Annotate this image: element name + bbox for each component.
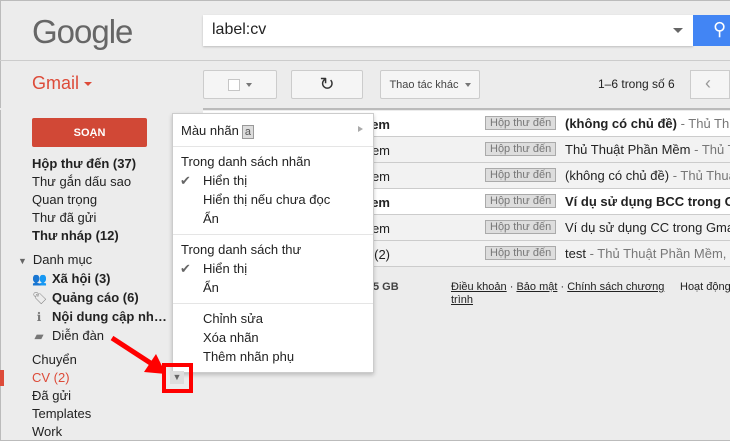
privacy-link[interactable]: Bảo mật [516,281,557,293]
menu-item-show-if-unread[interactable]: Hiển thị nếu chưa đọc [203,192,330,207]
label-work[interactable]: Work [32,424,62,439]
divider [0,60,730,61]
checkbox-icon [228,78,240,91]
nav-starred[interactable]: Thư gắn dấu sao [32,174,131,189]
categories-label: Danh mục [32,252,93,267]
label-options-menu: Màu nhãn a Trong danh sách nhãn ✔ Hiển th… [172,113,374,373]
menu-item-remove-label[interactable]: Xóa nhãn [203,330,259,345]
search-button[interactable]: ⚲ [693,15,730,46]
select-all-button[interactable] [203,70,277,99]
label-cv[interactable]: CV (2) [32,370,70,385]
gmail-menu[interactable]: Gmail [32,73,93,94]
menu-separator [173,146,373,147]
more-actions-label: Thao tác khác [389,78,459,91]
inbox-label-badge[interactable]: Hộp thư đến [485,116,557,130]
email-subject: Ví dụ sử dụng CC trong Gmail [565,220,730,235]
email-subject: (không có chủ đề) [565,168,670,183]
category-social[interactable]: 👥 Xã hội (3) [32,271,111,286]
prev-page-button[interactable]: ‹ [690,70,730,99]
chevron-down-icon [84,82,93,87]
inbox-label-badge[interactable]: Hộp thư đến [485,168,557,182]
check-icon: ✔ [180,261,191,276]
arrow-annotation [110,335,166,374]
people-icon: 👥 [32,271,47,286]
chevron-left-icon: ‹ [705,73,711,93]
terms-link[interactable]: Điều khoản [451,281,507,293]
compose-button[interactable]: SOẠN [32,118,147,147]
menu-item-add-sublabel[interactable]: Thêm nhãn phụ [203,349,294,364]
check-icon: ✔ [180,173,191,188]
email-snippet: - Thủ Thuật Phần Mềm, Thủ Thuật [589,246,730,261]
email-subject: Thủ Thuật Phần Mềm [565,142,691,157]
label-templates[interactable]: Templates [32,406,91,421]
nav-categories[interactable]: ▼ Danh mục [18,252,92,267]
refresh-icon: ↻ [319,74,335,94]
search-options-icon[interactable] [673,28,683,33]
category-forums[interactable]: ▰ Diễn đàn [32,328,104,343]
chevron-down-icon [464,82,471,87]
menu-separator [173,303,373,304]
page-count: 1–6 trong số 6 [598,77,675,91]
active-indicator [0,370,4,386]
menu-item-hide[interactable]: Ẩn [203,211,219,226]
nav-drafts[interactable]: Thư nháp (12) [32,228,119,243]
divider [0,108,203,110]
menu-item-hide-messages[interactable]: Ẩn [203,280,219,295]
tag-icon: 🏷 [32,290,48,305]
search-input[interactable]: label:cv [203,15,693,46]
menu-separator [173,234,373,235]
category-updates[interactable]: ℹ Nội dung cập nh… [32,309,167,324]
label-da-gui[interactable]: Đã gửi [32,388,71,403]
search-icon: ⚲ [713,19,727,39]
shortcut-key: a [241,125,254,139]
category-promotions[interactable]: 🏷 Quảng cáo (6) [32,290,139,305]
inbox-label-badge[interactable]: Hộp thư đến [485,142,557,156]
menu-item-show[interactable]: Hiển thị [203,173,247,188]
forum-icon: ▰ [34,328,44,343]
nav-inbox[interactable]: Hộp thư đến (37) [32,156,136,171]
activity-text[interactable]: Hoạt động [680,281,730,293]
caret-down-icon: ▼ [18,256,27,266]
menu-item-edit[interactable]: Chỉnh sửa [203,311,263,326]
menu-heading: Trong danh sách thư [181,242,302,257]
search-value: label:cv [212,21,267,38]
category-label: Nội dung cập nh… [52,309,167,324]
email-subject: Ví dụ sử dụng BCC trong Gmail [565,194,730,209]
email-snippet: - Thủ Thuật Phần Mềm [672,168,730,183]
menu-item-label: Màu nhãn [181,123,239,138]
inbox-label-badge[interactable]: Hộp thư đến [485,246,557,260]
inbox-label-badge[interactable]: Hộp thư đến [485,220,557,234]
email-snippet: - Thủ Thuật Phần Mềm [680,116,730,131]
submenu-arrow-icon [358,126,363,132]
email-snippet: - Thủ Thuật Phần Mềm [694,142,730,157]
gmail-label: Gmail [32,73,80,93]
nav-sent[interactable]: Thư đã gửi [32,210,96,225]
menu-heading: Trong danh sách nhãn [181,154,311,169]
email-subject: (không có chủ đề) [565,116,677,131]
category-label: Quảng cáo (6) [52,290,139,305]
label-chuyen[interactable]: Chuyển [32,352,77,367]
more-actions-button[interactable]: Thao tác khác [380,70,480,99]
info-icon: ℹ [36,309,42,324]
email-subject: test [565,246,586,261]
chevron-down-icon [246,82,252,87]
nav-important[interactable]: Quan trọng [32,192,97,207]
refresh-button[interactable]: ↻ [291,70,363,99]
google-logo: Google [32,13,133,50]
category-label: Diễn đàn [52,328,105,343]
menu-item-show-messages[interactable]: Hiển thị [203,261,247,276]
inbox-label-badge[interactable]: Hộp thư đến [485,194,557,208]
menu-label-color[interactable]: Màu nhãn a [181,123,254,139]
category-label: Xã hội (3) [52,271,111,286]
